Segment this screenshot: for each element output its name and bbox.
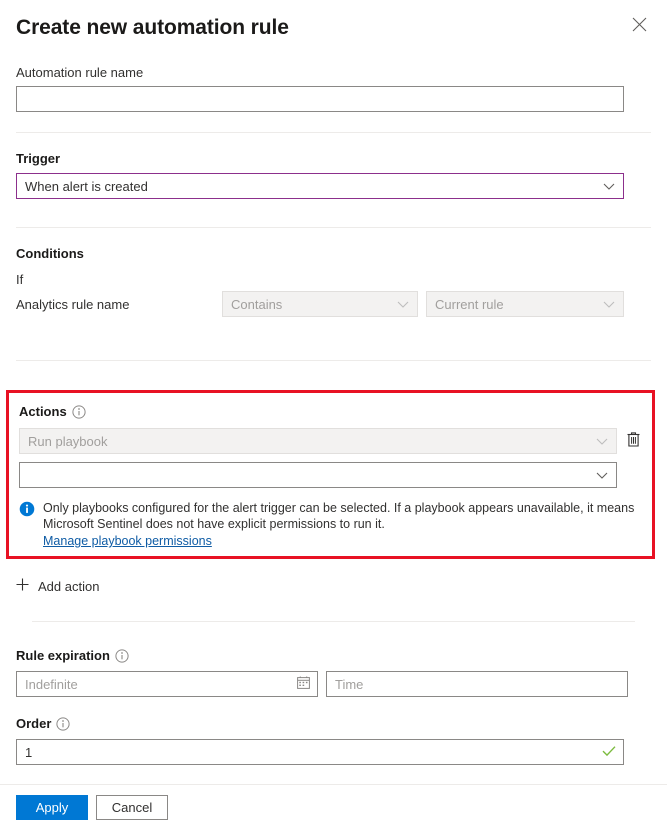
condition-value-dropdown[interactable]: Current rule <box>426 291 624 317</box>
condition-operator-dropdown[interactable]: Contains <box>222 291 418 317</box>
playbook-dropdown[interactable] <box>19 462 617 488</box>
divider-after-conditions <box>16 360 651 361</box>
playbook-info-line1: Only playbooks configured for the alert … <box>43 501 635 515</box>
trigger-section: Trigger When alert is created <box>0 133 667 199</box>
add-action-button[interactable]: Add action <box>16 578 99 594</box>
automation-rule-name-label: Automation rule name <box>16 65 144 80</box>
chevron-down-icon <box>603 179 615 194</box>
chevron-down-icon <box>603 297 615 312</box>
plus-icon <box>16 578 29 594</box>
dialog-footer: Apply Cancel <box>16 795 168 820</box>
cancel-button[interactable]: Cancel <box>96 795 168 820</box>
trigger-heading: Trigger <box>16 151 61 166</box>
actions-heading: Actions <box>19 403 642 420</box>
playbook-info-note: Only playbooks configured for the alert … <box>19 500 642 549</box>
action-type-dropdown[interactable]: Run playbook <box>19 428 617 454</box>
rule-expiration-date-picker[interactable]: Indefinite <box>16 671 318 697</box>
actions-section: Actions Run playbook Only playbooks conf… <box>6 390 655 559</box>
apply-button[interactable]: Apply <box>16 795 88 820</box>
close-button[interactable] <box>625 10 653 38</box>
trigger-dropdown[interactable]: When alert is created <box>16 173 624 199</box>
conditions-section: Conditions If Analytics rule name Contai… <box>0 228 667 317</box>
chevron-down-icon <box>397 297 409 312</box>
page-title: Create new automation rule <box>16 16 289 39</box>
order-input-wrapper <box>16 739 624 765</box>
conditions-if-label: If <box>16 272 24 287</box>
rule-expiration-time-input[interactable] <box>326 671 628 697</box>
condition-property-label: Analytics rule name <box>16 296 130 312</box>
info-circle-icon[interactable] <box>115 648 129 663</box>
action-type-row: Run playbook <box>19 428 642 454</box>
manage-playbook-permissions-link[interactable]: Manage playbook permissions <box>43 533 212 549</box>
automation-rule-name-input[interactable] <box>16 86 624 112</box>
info-filled-icon <box>19 500 35 549</box>
add-action-section: Add action <box>0 578 667 594</box>
rule-expiration-date-value: Indefinite <box>25 676 78 692</box>
rule-expiration-section: Rule expiration Indefinite <box>0 647 667 697</box>
calendar-icon <box>297 676 310 692</box>
trash-icon <box>626 431 641 451</box>
info-circle-icon[interactable] <box>72 404 86 419</box>
automation-rule-name-section: Automation rule name <box>0 54 667 112</box>
order-input[interactable] <box>16 739 624 765</box>
close-icon <box>632 17 647 32</box>
rule-expiration-heading: Rule expiration <box>16 647 651 664</box>
conditions-heading: Conditions <box>16 246 84 261</box>
divider-after-actions <box>32 621 635 622</box>
add-action-label: Add action <box>38 578 100 594</box>
condition-operator-value: Contains <box>231 296 283 312</box>
delete-action-button[interactable] <box>625 429 642 453</box>
chevron-down-icon <box>596 434 608 449</box>
trigger-selected-value: When alert is created <box>25 178 148 194</box>
rule-expiration-row: Indefinite <box>16 671 651 697</box>
playbook-info-line2: Microsoft Sentinel does not have explici… <box>43 517 385 531</box>
order-section: Order <box>0 715 667 765</box>
playbook-info-text: Only playbooks configured for the alert … <box>43 500 642 549</box>
condition-value-text: Current rule <box>435 296 504 312</box>
action-type-value: Run playbook <box>28 433 108 449</box>
dialog-header: Create new automation rule <box>0 0 667 54</box>
chevron-down-icon <box>596 468 608 483</box>
footer-divider <box>0 784 667 785</box>
info-circle-icon[interactable] <box>56 716 71 731</box>
order-heading: Order <box>16 715 651 732</box>
condition-row: Analytics rule name Contains Current rul… <box>16 291 651 317</box>
